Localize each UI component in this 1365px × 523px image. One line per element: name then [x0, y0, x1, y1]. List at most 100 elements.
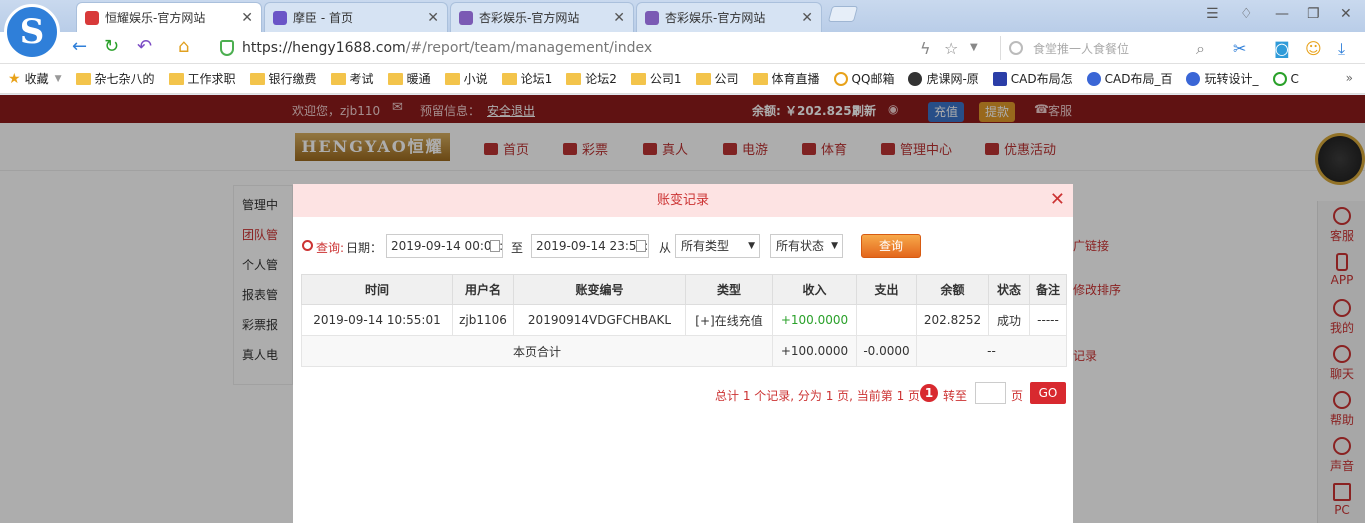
summary-expense: -0.0000	[856, 335, 917, 367]
status-select[interactable]: 所有状态 ▼	[770, 234, 843, 258]
menu-icon[interactable]: ☰	[1206, 6, 1219, 22]
url-host: https://hengy1688.com	[242, 40, 406, 56]
page-number-button[interactable]: 1	[920, 384, 938, 402]
page-unit-label: 页	[1011, 389, 1024, 403]
download-icon[interactable]: ⤓	[1338, 39, 1345, 59]
more-icon[interactable]: ☺	[1305, 39, 1322, 58]
dialog-header: 账变记录 ✕	[293, 184, 1073, 217]
bookmark-item[interactable]: 杂七杂八的	[75, 70, 155, 87]
bookmark-item[interactable]: 银行缴费	[249, 70, 317, 87]
bookmark-label: CAD布局怎	[1010, 72, 1073, 86]
search-icon	[302, 240, 313, 251]
bookmark-label: CAD布局_百	[1104, 72, 1173, 86]
browser-tab[interactable]: 杏彩娱乐-官方网站 ✕	[636, 2, 822, 32]
search-icon[interactable]: ⌕	[1196, 39, 1205, 59]
bookmark-label: 论坛1	[520, 72, 553, 86]
bookmark-item[interactable]: 公司1	[630, 70, 682, 87]
browser-toolbar: ← ↻ ↶ ⌂ https://hengy1688.com/#/report/t…	[0, 32, 1365, 64]
secure-shield-icon	[220, 40, 234, 56]
cell-income: +100.0000	[772, 304, 857, 336]
bookmark-item[interactable]: 体育直播	[752, 70, 820, 87]
col-header: 收入	[772, 274, 857, 305]
bookmark-item[interactable]: 论坛2	[566, 70, 617, 87]
bookmark-item[interactable]: 考试	[330, 70, 374, 87]
close-tab-icon[interactable]: ✕	[801, 10, 813, 26]
bookmark-item[interactable]: CAD布局_百	[1086, 70, 1173, 87]
chevron-down-icon: ▼	[54, 73, 62, 84]
close-icon[interactable]: ✕	[1050, 191, 1065, 209]
calendar-icon[interactable]	[636, 240, 646, 252]
lightning-icon[interactable]: ϟ	[920, 39, 931, 58]
home-icon[interactable]: ⌂	[178, 36, 189, 58]
browser-tab[interactable]: 摩臣 - 首页 ✕	[264, 2, 448, 32]
folder-icon	[566, 72, 582, 85]
page-jump-input[interactable]	[975, 382, 1006, 404]
bookmark-item[interactable]: 论坛1	[501, 70, 553, 87]
new-tab-button[interactable]	[827, 6, 859, 22]
cell-remark: -----	[1029, 304, 1067, 336]
scissors-icon[interactable]: ✂	[1233, 39, 1246, 58]
summary-balance: --	[916, 335, 1067, 367]
browser-logo-icon[interactable]: S	[4, 4, 60, 60]
folder-icon	[249, 72, 265, 85]
bookmark-item[interactable]: 暖通	[387, 70, 431, 87]
tab-title: 杏彩娱乐-官方网站	[479, 11, 580, 25]
bookmark-item[interactable]: QQ邮箱	[833, 70, 894, 87]
date-from-input[interactable]: 2019-09-14 00:00:00	[386, 234, 503, 258]
browser-tab[interactable]: 杏彩娱乐-官方网站 ✕	[450, 2, 634, 32]
col-header: 备注	[1029, 274, 1067, 305]
bookmark-item[interactable]: 工作求职	[168, 70, 236, 87]
dialog-title: 账变记录	[656, 193, 709, 208]
screenshot-icon[interactable]: ◙	[1274, 39, 1290, 58]
site-favicon-icon	[273, 10, 287, 25]
cell-balance: 202.8252	[916, 304, 989, 336]
close-window-icon[interactable]: ✕	[1340, 6, 1352, 22]
folder-icon	[387, 72, 403, 85]
bookmarks-bar: ★ 收藏 ▼ 杂七杂八的 工作求职 银行缴费 考试 暖通 小说 论坛1 论坛2 公司…	[0, 64, 1365, 94]
table-header-row: 时间 用户名 账变编号 类型 收入 支出 余额 状态 备注	[301, 274, 1067, 305]
browser-tab[interactable]: 恒耀娱乐-官方网站 ✕	[76, 2, 262, 32]
bookmark-item[interactable]: 小说	[444, 70, 488, 87]
caret-down-icon: ▼	[831, 241, 838, 251]
tab-title: 杏彩娱乐-官方网站	[665, 11, 766, 25]
bookmark-star-icon[interactable]: ☆	[944, 39, 958, 58]
chevron-down-icon[interactable]: ▼	[970, 42, 978, 53]
browser-tab-strip: S 恒耀娱乐-官方网站 ✕ 摩臣 - 首页 ✕ 杏彩娱乐-官方网站 ✕ 杏彩娱乐…	[0, 0, 1365, 60]
records-table: 时间 用户名 账变编号 类型 收入 支出 余额 状态 备注 2019-09-14…	[301, 274, 1067, 367]
folder-icon	[752, 72, 768, 85]
bookmark-item[interactable]: ★ 收藏 ▼	[8, 70, 62, 87]
undo-icon[interactable]: ↶	[137, 36, 152, 58]
date-to-input[interactable]: 2019-09-14 23:59:59	[531, 234, 649, 258]
folder-icon	[330, 72, 346, 85]
reload-icon[interactable]: ↻	[104, 36, 119, 58]
bookmark-label: 暖通	[406, 72, 431, 86]
bookmark-item[interactable]: C	[1272, 71, 1299, 86]
bookmarks-overflow-icon[interactable]: »	[1346, 71, 1353, 85]
address-bar[interactable]: https://hengy1688.com/#/report/team/mana…	[212, 35, 992, 61]
back-icon[interactable]: ←	[72, 36, 87, 58]
bookmark-item[interactable]: 玩转设计_	[1186, 70, 1259, 87]
col-header: 余额	[916, 274, 989, 305]
folder-icon	[75, 72, 91, 85]
table-row[interactable]: 2019-09-14 10:55:01 zjb1106 20190914VDGF…	[301, 304, 1067, 336]
pagination-summary: 总计 1 个记录, 分为 1 页, 当前第 1 页	[715, 389, 921, 403]
calendar-icon[interactable]	[490, 240, 500, 252]
search-engine-icon	[1009, 41, 1023, 55]
skin-icon[interactable]: ♢	[1240, 6, 1253, 22]
site-favicon-icon	[459, 10, 473, 25]
close-tab-icon[interactable]: ✕	[613, 10, 625, 26]
close-tab-icon[interactable]: ✕	[427, 10, 439, 26]
site-icon	[908, 71, 923, 86]
bookmark-item[interactable]: 公司	[695, 70, 739, 87]
bookmark-item[interactable]: 虎课网-原	[908, 70, 979, 87]
search-input[interactable]: 食堂推一人食餐位	[1000, 36, 1215, 60]
type-select[interactable]: 所有类型 ▼	[675, 234, 760, 258]
minimize-icon[interactable]: —	[1275, 6, 1289, 22]
query-button[interactable]: 查询	[861, 234, 921, 258]
close-tab-icon[interactable]: ✕	[241, 10, 253, 26]
go-button[interactable]: GO	[1030, 382, 1066, 404]
bookmark-item[interactable]: CAD布局怎	[992, 70, 1073, 87]
bookmark-label: 工作求职	[187, 72, 236, 86]
restore-icon[interactable]: ❐	[1307, 6, 1320, 22]
folder-icon	[630, 72, 646, 85]
